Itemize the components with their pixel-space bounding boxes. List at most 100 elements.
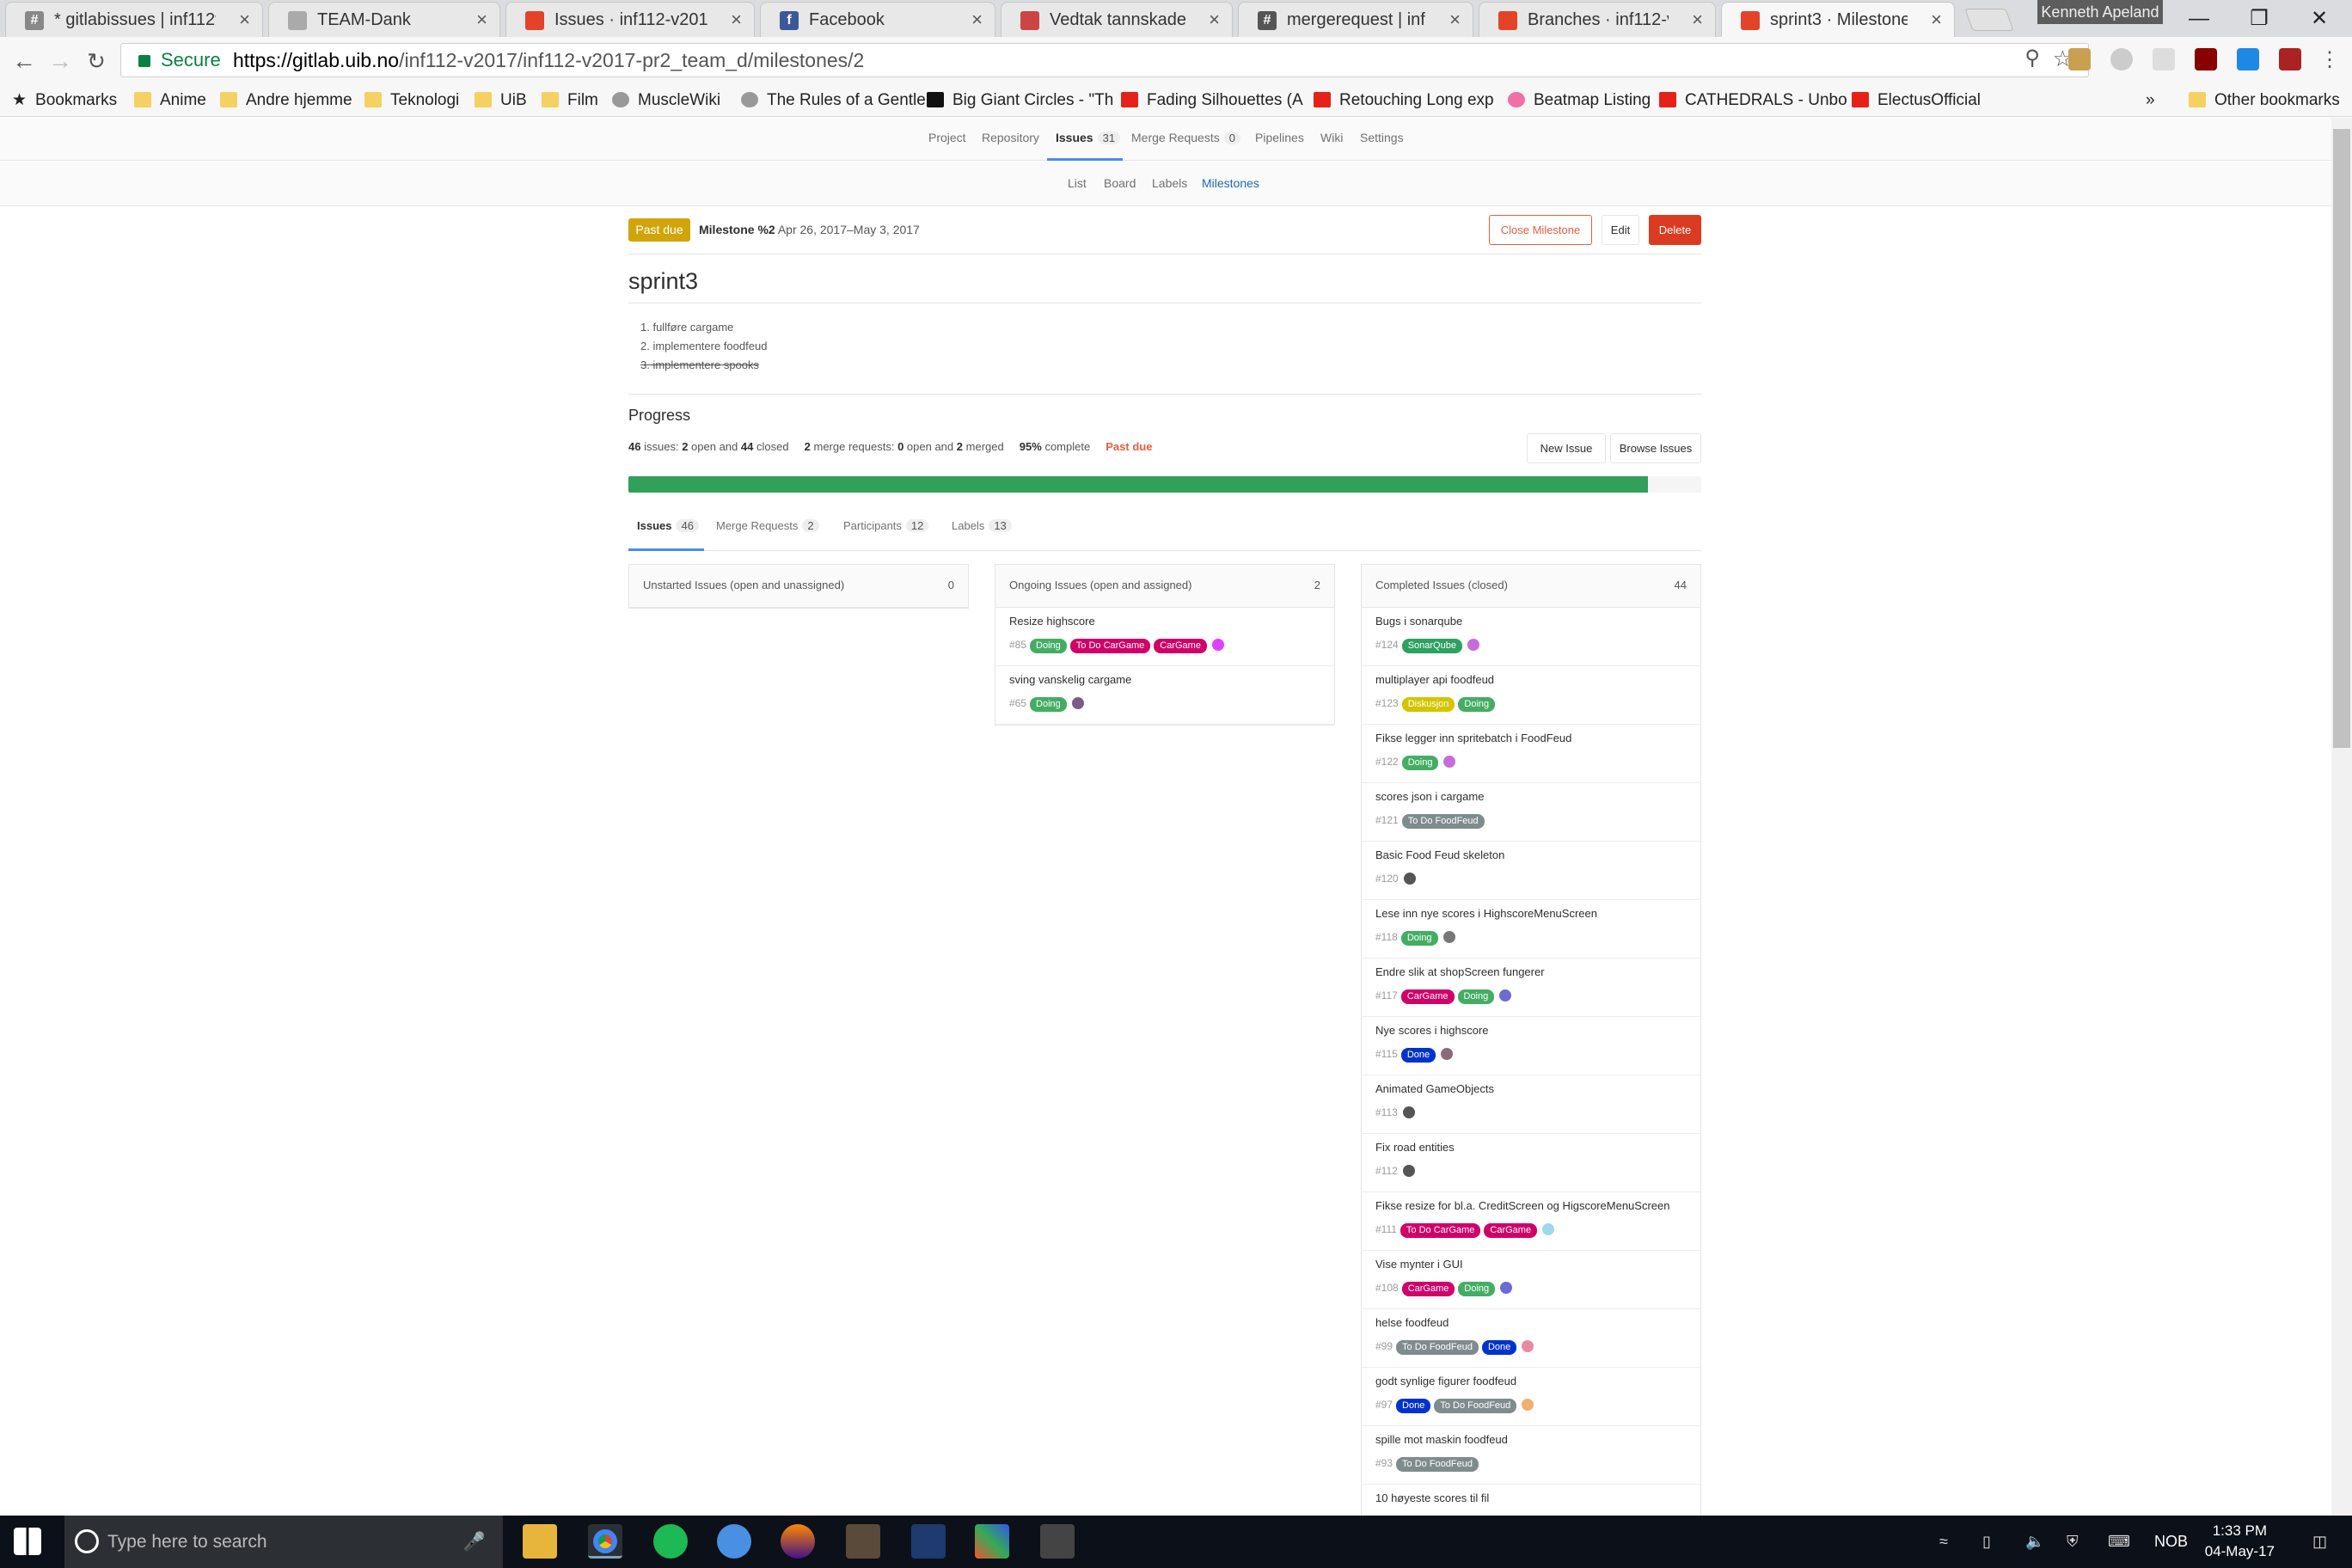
clock[interactable]: 1:33 PM 04-May-17: [2205, 1521, 2275, 1562]
language-indicator[interactable]: NOB: [2154, 1533, 2188, 1551]
issue-title[interactable]: Fikse legger inn spritebatch i FoodFeud: [1375, 730, 1687, 747]
close-tab-icon[interactable]: ×: [1209, 3, 1220, 37]
issue-label[interactable]: Doing: [1458, 1282, 1496, 1296]
close-tab-icon[interactable]: ×: [1449, 3, 1461, 37]
calculator-icon[interactable]: [1040, 1524, 1075, 1559]
browser-tab[interactable]: f Facebook ×: [760, 2, 995, 37]
app-icon[interactable]: [911, 1524, 946, 1559]
issue-card[interactable]: Resize highscore #85 Doing To Do CarGame Car…: [995, 608, 1334, 666]
issue-title[interactable]: scores json i cargame: [1375, 788, 1687, 805]
close-milestone-button[interactable]: Close Milestone: [1489, 215, 1592, 245]
avatar[interactable]: [1522, 1340, 1534, 1352]
spotify-icon[interactable]: [653, 1524, 688, 1559]
issue-card[interactable]: scores json i cargame #121 To Do FoodFeud: [1362, 783, 1700, 842]
bookmark-item[interactable]: Fading Silhouettes (A: [1121, 89, 1303, 112]
app-icon[interactable]: [975, 1524, 1009, 1559]
subnav-item-labels[interactable]: Labels: [1152, 176, 1187, 190]
issue-label[interactable]: SonarQube: [1401, 639, 1462, 653]
issue-label[interactable]: To Do FoodFeud: [1396, 1340, 1479, 1355]
edit-button[interactable]: Edit: [1602, 215, 1639, 245]
bookmark-item[interactable]: Beatmap Listing: [1508, 89, 1651, 112]
close-tab-icon[interactable]: ×: [971, 3, 983, 37]
notifications-icon[interactable]: ◫: [2312, 1533, 2327, 1551]
issue-label[interactable]: CarGame: [1400, 989, 1455, 1004]
avatar[interactable]: [1500, 1282, 1513, 1294]
issue-label[interactable]: To Do FoodFeud: [1401, 814, 1485, 829]
browser-tab[interactable]: Issues · inf112-v2017 / I ×: [505, 2, 755, 37]
keyboard-icon[interactable]: ⌨: [2108, 1533, 2130, 1551]
issue-card[interactable]: helse foodfeud #99 To Do FoodFeud Done: [1362, 1309, 1700, 1368]
avatar[interactable]: [1522, 1399, 1534, 1411]
skype-icon[interactable]: [2237, 48, 2259, 70]
avatar[interactable]: [1542, 1223, 1555, 1235]
mic-icon[interactable]: 🎤: [463, 1516, 486, 1568]
forward-icon[interactable]: →: [43, 44, 77, 78]
issue-title[interactable]: Endre slik at shopScreen fungerer: [1375, 964, 1687, 981]
chrome-icon[interactable]: [588, 1524, 622, 1559]
issue-card[interactable]: Fikse resize for bl.a. CreditScreen og H…: [1362, 1192, 1700, 1251]
nav-item-settings[interactable]: Settings: [1360, 131, 1404, 144]
issue-label[interactable]: To Do CarGame: [1400, 1223, 1481, 1238]
close-tab-icon[interactable]: ×: [731, 3, 742, 37]
avatar[interactable]: [1211, 639, 1224, 651]
url-text[interactable]: https://gitlab.uib.no/inf112-v2017/inf11…: [233, 44, 864, 77]
windows-start-icon[interactable]: [14, 1528, 41, 1555]
extension-icon[interactable]: [2068, 48, 2091, 70]
subnav-item-board[interactable]: Board: [1104, 176, 1136, 190]
back-icon[interactable]: ←: [7, 44, 41, 78]
issue-card[interactable]: Endre slik at shopScreen fungerer #117 Car…: [1362, 959, 1700, 1017]
issue-card[interactable]: Lese inn nye scores i HighscoreMenuScree…: [1362, 900, 1700, 959]
issue-label[interactable]: Doing: [1030, 697, 1067, 712]
extension-icon[interactable]: [2110, 48, 2133, 70]
avatar[interactable]: [1442, 931, 1455, 943]
avatar[interactable]: [1499, 989, 1512, 1001]
app-icon[interactable]: [717, 1524, 751, 1559]
delete-button[interactable]: Delete: [1649, 215, 1701, 245]
close-tab-icon[interactable]: ×: [1931, 3, 1942, 37]
issue-card[interactable]: Bugs i sonarqube #124 SonarQube: [1362, 608, 1700, 666]
zoom-icon[interactable]: ⚲: [2024, 46, 2040, 70]
issue-label[interactable]: To Do FoodFeud: [1396, 1457, 1479, 1472]
bookmark-item[interactable]: MuscleWiki: [612, 89, 720, 112]
nav-item-project[interactable]: Project: [928, 131, 966, 144]
avatar[interactable]: [1403, 873, 1416, 885]
issue-title[interactable]: Animated GameObjects: [1375, 1081, 1687, 1098]
bookmark-item[interactable]: Film: [542, 89, 598, 112]
issue-title[interactable]: Resize highscore: [1009, 613, 1320, 630]
issue-title[interactable]: Vise mynter i GUI: [1375, 1256, 1687, 1273]
reload-icon[interactable]: ↻: [79, 44, 113, 78]
bookmark-item[interactable]: ★ Bookmarks: [12, 89, 117, 112]
browser-tab[interactable]: # mergerequest | inf112v ×: [1238, 2, 1473, 37]
browser-tab[interactable]: sprint3 · Milestones · inf ×: [1721, 2, 1955, 38]
issue-card[interactable]: godt synlige figurer foodfeud #97 Done To D…: [1362, 1368, 1700, 1426]
nav-item-wiki[interactable]: Wiki: [1320, 131, 1343, 144]
avatar[interactable]: [1402, 1165, 1415, 1177]
bookmarks-overflow[interactable]: »: [2146, 89, 2155, 112]
issue-label[interactable]: To Do CarGame: [1069, 639, 1151, 653]
issue-title[interactable]: 10 høyeste scores til fil: [1375, 1490, 1687, 1507]
search-box[interactable]: Type here to search 🎤: [64, 1516, 503, 1568]
ublock-icon[interactable]: [2195, 48, 2217, 70]
new-issue-button[interactable]: New Issue: [1527, 433, 1606, 463]
scrollbar-thumb[interactable]: [2333, 129, 2350, 748]
issue-title[interactable]: helse foodfeud: [1375, 1314, 1687, 1332]
browse-issues-button[interactable]: Browse Issues: [1610, 433, 1701, 463]
extension-icon[interactable]: [2279, 48, 2301, 70]
tab-participants[interactable]: Participants 12: [843, 519, 929, 532]
issue-label[interactable]: Doing: [1457, 989, 1495, 1004]
avatar[interactable]: [1441, 1048, 1454, 1060]
close-tab-icon[interactable]: ×: [476, 3, 487, 37]
bookmark-item[interactable]: Retouching Long exp: [1314, 89, 1494, 112]
issue-title[interactable]: Fix road entities: [1375, 1139, 1687, 1156]
issue-label[interactable]: Diskusjon: [1401, 697, 1455, 712]
issue-title[interactable]: Fikse resize for bl.a. CreditScreen og H…: [1375, 1197, 1687, 1215]
issue-label[interactable]: Done: [1396, 1399, 1431, 1413]
bookmark-item[interactable]: The Rules of a Gentle: [741, 89, 926, 112]
bookmark-item[interactable]: Andre hjemme: [220, 89, 352, 112]
sublime-icon[interactable]: [846, 1524, 880, 1559]
issue-card[interactable]: spille mot maskin foodfeud #93 To Do FoodF…: [1362, 1426, 1700, 1485]
bookmark-item[interactable]: CATHEDRALS - Unbo: [1659, 89, 1847, 112]
restore-icon[interactable]: ❐: [2226, 0, 2292, 37]
bookmark-item[interactable]: Anime: [134, 89, 206, 112]
avatar[interactable]: [1443, 756, 1456, 768]
